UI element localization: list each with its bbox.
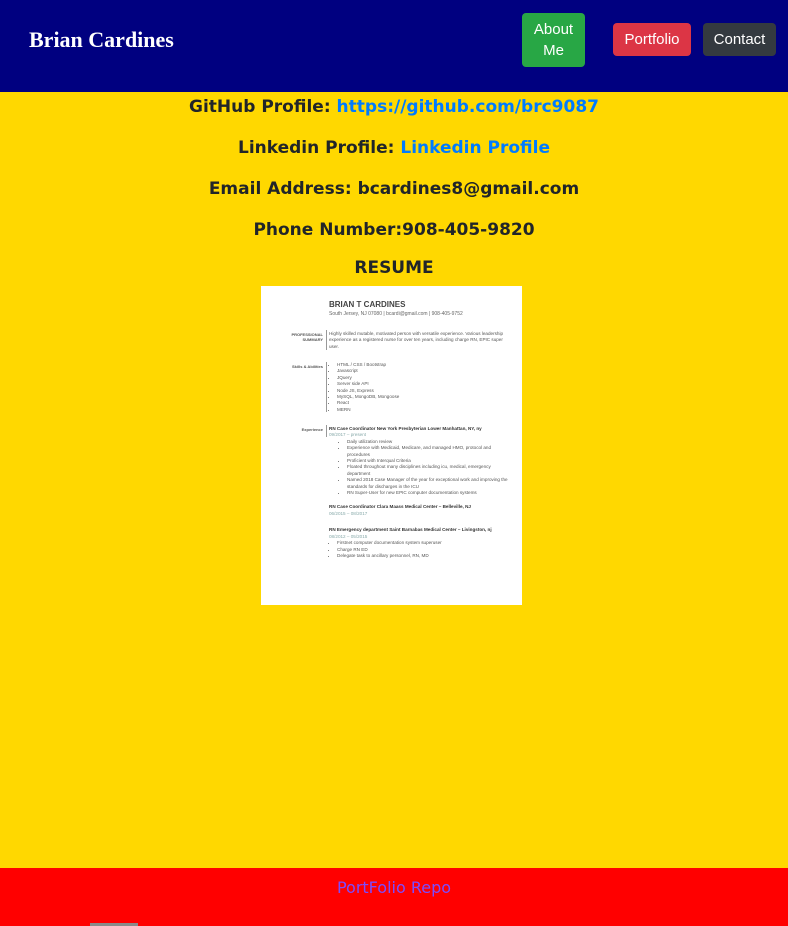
resume-job1-item: Floated throughout many disciplines incl…	[347, 464, 509, 477]
github-link[interactable]: https://github.com/brc9087	[337, 97, 599, 117]
resume-divider	[326, 330, 327, 350]
portfolio-button[interactable]: Portfolio	[613, 23, 691, 56]
resume-skill-item: MERN	[337, 407, 509, 413]
contact-button[interactable]: Contact	[703, 23, 776, 56]
linkedin-label: Linkedin Profile:	[238, 138, 395, 158]
footer: PortFolio Repo	[0, 868, 788, 926]
contact-section: GitHub Profile: https://github.com/brc90…	[0, 92, 788, 868]
resume-summary-text: Highly skilled mutable, motivated person…	[329, 331, 504, 349]
portfolio-repo-link[interactable]: PortFolio Repo	[337, 878, 451, 897]
resume-job3-title: RN Emergency department Saint Barnabas M…	[329, 527, 492, 533]
resume-experience: RN Case Coordinator New York Presbyteria…	[329, 426, 509, 559]
email-value: bcardines8@gmail.com	[357, 179, 580, 199]
phone-label: Phone Number:	[253, 220, 403, 240]
resume-job1-item: Experience with Medicaid, Medicare, and …	[347, 445, 509, 458]
resume-skills-list: HTML / CSS / Bootstrap Javascript JQuery…	[329, 362, 509, 413]
resume-contact-line: South Jersey, NJ 07080 | bcardi@gmail.co…	[329, 311, 463, 317]
resume-heading: RESUME	[354, 258, 434, 278]
linkedin-link[interactable]: Linkedin Profile	[400, 138, 550, 158]
about-me-button[interactable]: About Me	[522, 13, 585, 67]
resume-summary-title: PROFESSIONAL SUMMARY	[291, 332, 323, 342]
github-line: GitHub Profile: https://github.com/brc90…	[0, 95, 788, 119]
resume-image: BRIAN T CARDINES South Jersey, NJ 07080 …	[261, 286, 522, 605]
email-label: Email Address:	[208, 179, 352, 199]
resume-skills-title: Skills & Abilities	[292, 364, 323, 369]
resume-job1-item: Named 2018 Case Manager of the year for …	[347, 477, 509, 490]
email-line: Email Address: bcardines8@gmail.com	[0, 177, 788, 201]
resume-name: BRIAN T CARDINES	[329, 300, 406, 309]
phone-line: Phone Number:908-405-9820	[0, 218, 788, 242]
navbar: Brian Cardines About Me Portfolio Contac…	[0, 0, 788, 92]
resume-experience-title: Experience	[301, 427, 323, 432]
phone-value: 908-405-9820	[402, 220, 535, 240]
resume-job3-item: Delegate task to ancillary personnel, RN…	[337, 553, 509, 559]
linkedin-line: Linkedin Profile: Linkedin Profile	[0, 136, 788, 160]
github-label: GitHub Profile:	[189, 97, 331, 117]
resume-divider	[326, 425, 327, 437]
brand-title[interactable]: Brian Cardines	[29, 26, 174, 54]
